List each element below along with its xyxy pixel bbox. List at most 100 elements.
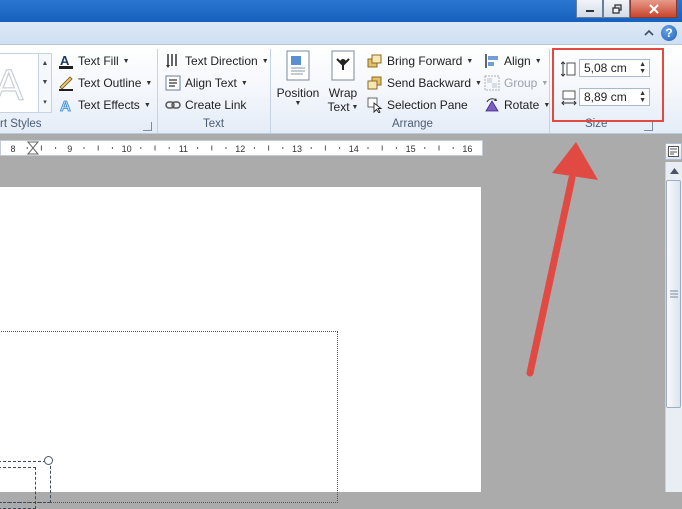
send-backward-icon <box>367 76 382 90</box>
selection-pane-button[interactable]: Selection Pane <box>367 95 468 115</box>
dropdown-arrow-icon: ▼ <box>122 57 130 65</box>
link-icon <box>165 101 181 109</box>
size-dialog-launcher-icon[interactable] <box>644 122 653 131</box>
dropdown-arrow-icon: ▼ <box>294 100 302 107</box>
ruler-label: 14 <box>349 144 359 154</box>
gallery-up-icon[interactable]: ▲ <box>42 60 49 67</box>
text-effects-button[interactable]: A Text Effects ▼ <box>58 95 151 115</box>
scroll-up-button[interactable] <box>666 163 682 179</box>
bring-forward-label: Bring Forward <box>387 54 463 68</box>
group-separator <box>549 49 550 133</box>
dropdown-arrow-icon: ▼ <box>541 79 549 87</box>
indent-marker[interactable] <box>26 141 40 155</box>
wrap-text-icon <box>331 50 355 81</box>
svg-text:A: A <box>0 61 24 110</box>
dropdown-arrow-icon: ▼ <box>261 57 269 65</box>
view-ruler-button[interactable] <box>665 143 682 160</box>
dropdown-arrow-icon: ▼ <box>145 79 153 87</box>
ruler-label: 12 <box>235 144 245 154</box>
ruler-label: 8 <box>10 144 15 154</box>
rotate-button[interactable]: Rotate ▼ <box>484 95 550 115</box>
send-backward-button[interactable]: Send Backward ▼ <box>367 73 482 93</box>
selection-pane-label: Selection Pane <box>387 98 468 112</box>
text-outline-button[interactable]: Text Outline ▼ <box>58 73 152 93</box>
dropdown-arrow-icon: ▼ <box>466 57 474 65</box>
ruler-label: 9 <box>67 144 72 154</box>
minimize-icon <box>585 9 594 12</box>
create-link-label: Create Link <box>185 98 247 112</box>
restore-icon <box>611 3 622 14</box>
gallery-more-icon[interactable]: ▾ <box>43 98 47 106</box>
ruler-label: 13 <box>292 144 302 154</box>
position-button[interactable]: Position ▼ <box>276 50 320 114</box>
grip-icon <box>669 290 678 298</box>
annotation-arrow <box>526 142 598 377</box>
close-icon <box>648 3 659 14</box>
gallery-scroll[interactable]: ▲ ▼ ▾ <box>38 53 52 113</box>
arrange-group-label: Arrange <box>392 118 433 130</box>
wrap-text-button[interactable]: Wrap Text ▼ <box>324 50 362 114</box>
text-outline-label: Text Outline <box>78 76 142 90</box>
text-direction-button[interactable]: Text Direction ▼ <box>165 51 269 71</box>
ruler-toggle-icon <box>668 146 679 157</box>
position-icon <box>286 50 310 81</box>
chevron-up-icon <box>644 29 654 36</box>
ruler-label: 15 <box>406 144 416 154</box>
text-group-label: Text <box>203 118 225 130</box>
align-text-button[interactable]: Align Text ▼ <box>165 73 248 93</box>
text-direction-icon <box>166 54 177 68</box>
minimize-button[interactable] <box>576 0 603 18</box>
group-separator <box>157 49 158 133</box>
selection-pane-icon <box>367 97 383 113</box>
wordart-gallery[interactable]: A <box>0 53 39 113</box>
position-label: Position <box>276 86 320 100</box>
wordart-styles-group-label: rt Styles <box>0 118 42 130</box>
arrow-up-icon <box>669 168 679 174</box>
svg-text:A: A <box>60 98 71 113</box>
size-highlight-box <box>552 48 664 122</box>
rotate-label: Rotate <box>504 98 540 112</box>
dropdown-arrow-icon: ▼ <box>240 79 248 87</box>
text-fill-label: Text Fill <box>78 54 119 68</box>
align-text-label: Align Text <box>185 76 237 90</box>
wrap-text-label-2: Text ▼ <box>327 100 359 114</box>
dropdown-arrow-icon: ▼ <box>475 79 482 87</box>
help-button[interactable]: ? <box>661 25 677 41</box>
text-effects-label: Text Effects <box>78 98 140 112</box>
group-separator <box>270 49 271 133</box>
ruler-label: 11 <box>179 144 188 154</box>
help-icon: ? <box>665 26 673 40</box>
group-button[interactable]: Group ▼ <box>484 73 548 93</box>
create-link-button[interactable]: Create Link <box>165 95 246 115</box>
rotate-icon <box>485 98 499 112</box>
svg-text:A: A <box>60 53 70 68</box>
tab-strip <box>0 22 682 45</box>
send-backward-label: Send Backward <box>387 76 472 90</box>
ruler-label: 16 <box>462 144 472 154</box>
align-button[interactable]: Align ▼ <box>484 51 542 71</box>
bring-forward-button[interactable]: Bring Forward ▼ <box>367 51 473 71</box>
restore-button[interactable] <box>603 0 630 18</box>
text-fill-icon: A <box>59 53 73 69</box>
ruler-ticks: 8 9 10 11 12 13 14 15 16 <box>10 141 472 155</box>
align-label: Align <box>504 54 531 68</box>
text-direction-label: Text Direction <box>185 54 258 68</box>
text-effects-icon: A <box>60 98 72 113</box>
group-label: Group <box>504 76 538 90</box>
bring-forward-icon <box>367 54 382 68</box>
wordart-letter-a-icon: A <box>0 60 25 110</box>
resize-handle[interactable] <box>44 456 53 465</box>
dropdown-arrow-icon: ▼ <box>534 57 542 65</box>
close-button[interactable] <box>630 0 677 18</box>
gallery-down-icon[interactable]: ▼ <box>42 79 49 86</box>
minimize-ribbon-button[interactable] <box>642 26 656 40</box>
align-text-icon <box>165 75 181 91</box>
wrap-text-label-1: Wrap <box>328 86 358 100</box>
group-icon <box>484 75 500 91</box>
align-icon <box>485 54 498 68</box>
scroll-thumb[interactable] <box>666 180 681 408</box>
inner-shape-outline <box>0 467 36 509</box>
wordart-dialog-launcher-icon[interactable] <box>143 122 152 131</box>
text-outline-icon <box>59 76 73 91</box>
text-fill-button[interactable]: A Text Fill ▼ <box>58 51 130 71</box>
